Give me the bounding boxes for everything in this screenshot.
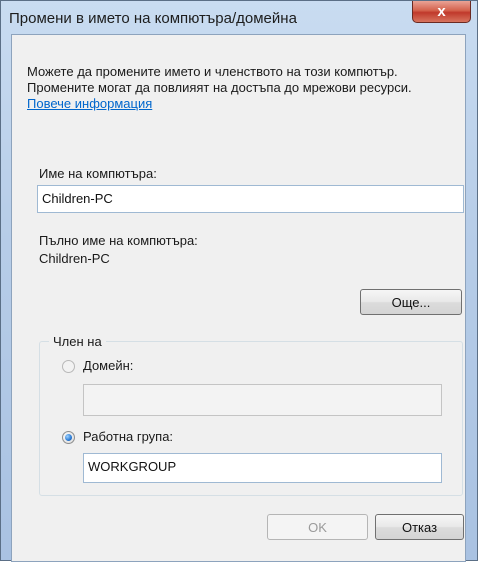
close-button[interactable]: x [412,1,471,23]
window-title: Промени в името на компютъра/домейна [9,10,297,27]
member-of-legend: Член на [49,334,106,349]
ok-button[interactable]: OK [267,514,368,540]
full-computer-name-label: Пълно име на компютъра: [39,233,198,248]
info-text: Можете да промените името и членството н… [27,64,457,112]
domain-input[interactable] [83,384,442,416]
title-bar[interactable]: Промени в името на компютъра/домейна x [1,1,477,35]
more-info-link[interactable]: Повече информация [27,96,152,111]
info-description: Можете да промените името и членството н… [27,64,412,95]
workgroup-label: Работна група: [83,429,174,444]
dialog-window: Промени в името на компютъра/домейна x М… [0,0,478,562]
computer-name-input[interactable]: Children-PC [37,185,464,213]
full-computer-name-value: Children-PC [39,251,110,266]
workgroup-input[interactable]: WORKGROUP [83,453,442,483]
domain-radio[interactable] [62,360,75,373]
more-button[interactable]: Още... [360,289,462,315]
workgroup-radio[interactable] [62,431,75,444]
close-icon: x [437,3,446,20]
computer-name-label: Име на компютъра: [39,166,157,181]
domain-label: Домейн: [83,358,134,373]
cancel-button[interactable]: Отказ [375,514,464,540]
